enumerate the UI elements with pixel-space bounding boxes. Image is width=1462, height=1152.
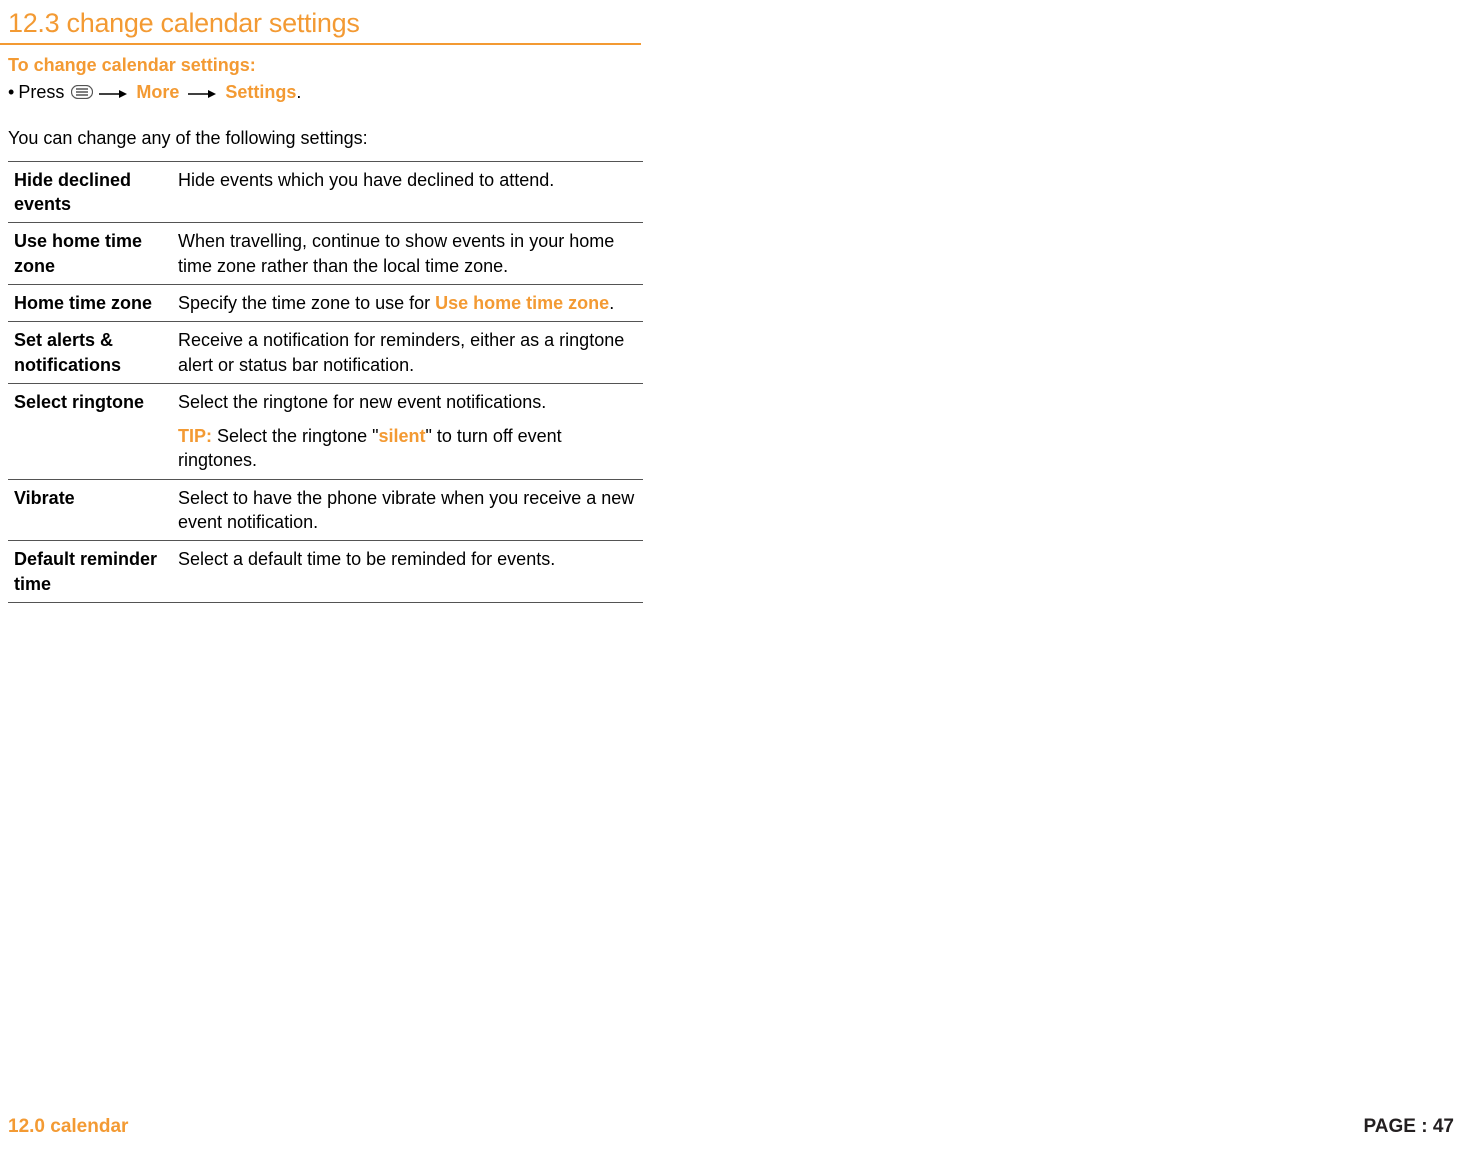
setting-desc: Select a default time to be reminded for… — [172, 541, 643, 603]
footer-page: PAGE : 47 — [1364, 1116, 1454, 1138]
setting-label: Home time zone — [8, 284, 172, 321]
setting-label: Default reminder time — [8, 541, 172, 603]
setting-desc: Select the ringtone for new event notifi… — [172, 383, 643, 479]
setting-label: Use home time zone — [8, 223, 172, 285]
more-link: More — [136, 82, 179, 102]
table-row: Default reminder time Select a default t… — [8, 541, 643, 603]
setting-desc: Select to have the phone vibrate when yo… — [172, 479, 643, 541]
period: . — [296, 82, 301, 102]
table-row: Set alerts & notifications Receive a not… — [8, 322, 643, 384]
menu-icon — [71, 83, 93, 104]
setting-label: Select ringtone — [8, 383, 172, 479]
bullet: • — [8, 82, 18, 102]
settings-link: Settings — [225, 82, 296, 102]
instruction-line: •Press More Settings. — [0, 78, 1462, 104]
intro-text: You can change any of the following sett… — [0, 104, 1462, 161]
press-text: Press — [18, 82, 69, 102]
tip-label: TIP: — [178, 426, 212, 446]
setting-label: Set alerts & notifications — [8, 322, 172, 384]
section-heading: 12.3 change calendar settings — [0, 0, 641, 45]
arrow-icon — [99, 83, 127, 104]
table-row: Vibrate Select to have the phone vibrate… — [8, 479, 643, 541]
subheading: To change calendar settings: — [0, 45, 1462, 78]
setting-label: Vibrate — [8, 479, 172, 541]
setting-label: Hide declined events — [8, 161, 172, 223]
highlight-text: Use home time zone — [435, 293, 609, 313]
table-row: Home time zone Specify the time zone to … — [8, 284, 643, 321]
table-row: Hide declined events Hide events which y… — [8, 161, 643, 223]
settings-table: Hide declined events Hide events which y… — [8, 161, 643, 603]
setting-desc: Receive a notification for reminders, ei… — [172, 322, 643, 384]
arrow-icon — [188, 83, 216, 104]
setting-desc: When travelling, continue to show events… — [172, 223, 643, 285]
highlight-text: silent — [379, 426, 426, 446]
table-row: Use home time zone When travelling, cont… — [8, 223, 643, 285]
setting-desc: Specify the time zone to use for Use hom… — [172, 284, 643, 321]
footer-section: 12.0 calendar — [8, 1116, 128, 1138]
table-row: Select ringtone Select the ringtone for … — [8, 383, 643, 479]
setting-desc: Hide events which you have declined to a… — [172, 161, 643, 223]
